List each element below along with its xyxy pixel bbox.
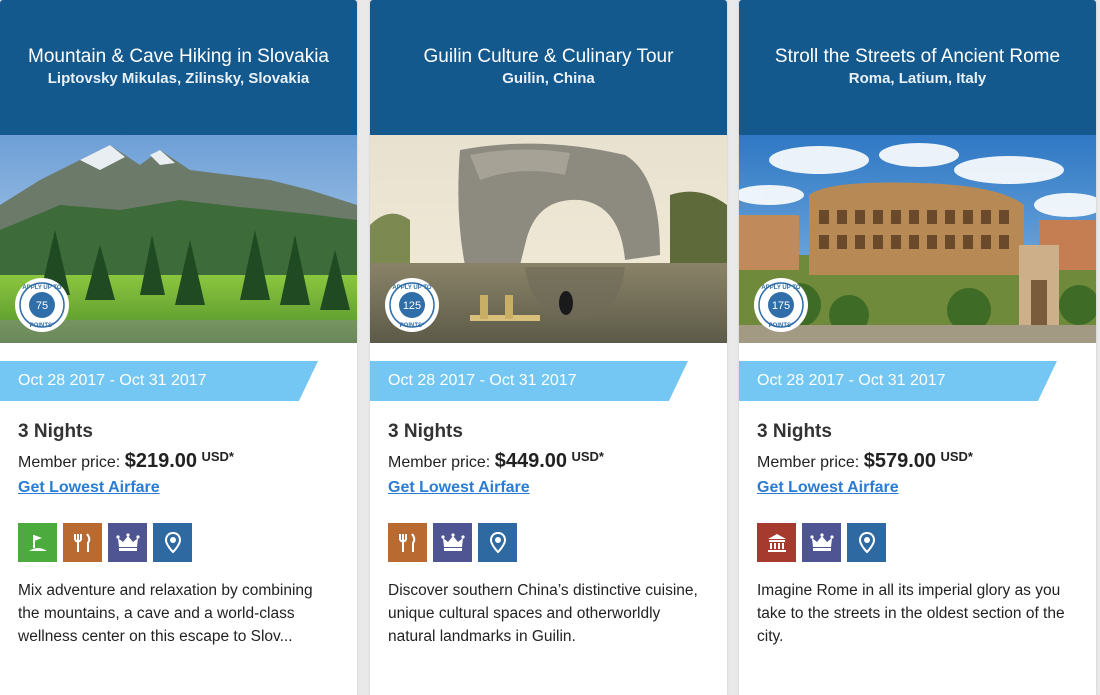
date-banner: Oct 28 2017 - Oct 31 2017 <box>370 361 688 401</box>
svg-text:POINTS*: POINTS* <box>400 323 425 329</box>
card-header: Stroll the Streets of Ancient Rome Roma,… <box>739 0 1096 135</box>
get-lowest-airfare-link[interactable]: Get Lowest Airfare <box>18 479 160 497</box>
card-image-elephant-trunk-hill[interactable]: 125 APPLY UP TO POINTS* <box>370 135 727 343</box>
location-pin-icon[interactable] <box>153 523 192 562</box>
date-banner: Oct 28 2017 - Oct 31 2017 <box>739 361 1057 401</box>
museum-icon[interactable] <box>757 523 796 562</box>
amenities <box>18 523 339 562</box>
get-lowest-airfare-link[interactable]: Get Lowest Airfare <box>388 479 530 497</box>
member-price: Member price: $449.00 USD* <box>388 445 709 475</box>
member-price: Member price: $579.00 USD* <box>757 445 1078 475</box>
amenities <box>388 523 709 562</box>
price-value: $449.00 <box>494 450 567 472</box>
card-title[interactable]: Stroll the Streets of Ancient Rome <box>739 45 1096 69</box>
card-header: Guilin Culture & Culinary Tour Guilin, C… <box>370 0 727 135</box>
golf-icon[interactable] <box>18 523 57 562</box>
svg-text:POINTS*: POINTS* <box>769 323 794 329</box>
price-label: Member price: <box>757 454 860 471</box>
luxury-crown-icon[interactable] <box>433 523 472 562</box>
card-title[interactable]: Mountain & Cave Hiking in Slovakia <box>0 45 357 69</box>
amenities <box>757 523 1078 562</box>
luxury-crown-icon[interactable] <box>802 523 841 562</box>
price-value: $219.00 <box>124 450 197 472</box>
card-location: Liptovsky Mikulas, Zilinsky, Slovakia <box>47 70 310 87</box>
description: Imagine Rome in all its imperial glory a… <box>757 582 1065 645</box>
card-title[interactable]: Guilin Culture & Culinary Tour <box>370 45 727 69</box>
member-price: Member price: $219.00 USD* <box>18 445 339 475</box>
price-currency: USD* <box>940 449 973 464</box>
dining-icon[interactable] <box>388 523 427 562</box>
tour-card-rome[interactable]: Stroll the Streets of Ancient Rome Roma,… <box>739 0 1096 695</box>
svg-text:APPLY UP TO: APPLY UP TO <box>392 285 431 291</box>
svg-text:POINTS*: POINTS* <box>30 323 55 329</box>
date-banner: Oct 28 2017 - Oct 31 2017 <box>0 361 318 401</box>
card-header: Mountain & Cave Hiking in Slovakia Lipto… <box>0 0 357 135</box>
date-range: Oct 28 2017 - Oct 31 2017 <box>18 372 207 389</box>
price-label: Member price: <box>18 454 121 471</box>
date-range: Oct 28 2017 - Oct 31 2017 <box>388 372 577 389</box>
card-location: Roma, Latium, Italy <box>848 70 987 87</box>
svg-text:APPLY UP TO: APPLY UP TO <box>22 285 61 291</box>
price-label: Member price: <box>388 454 491 471</box>
card-image-colosseum[interactable]: 175 APPLY UP TO POINTS* <box>739 135 1096 343</box>
location-pin-icon[interactable] <box>478 523 517 562</box>
card-location: Guilin, China <box>502 70 595 87</box>
points-badge: 175 APPLY UP TO POINTS* <box>754 278 808 332</box>
nights: 3 Nights <box>388 421 463 442</box>
price-currency: USD* <box>201 449 234 464</box>
price-value: $579.00 <box>863 450 936 472</box>
points-badge: 125 APPLY UP TO POINTS* <box>385 278 439 332</box>
date-range: Oct 28 2017 - Oct 31 2017 <box>757 372 946 389</box>
svg-text:125: 125 <box>403 300 421 312</box>
get-lowest-airfare-link[interactable]: Get Lowest Airfare <box>757 479 899 497</box>
luxury-crown-icon[interactable] <box>108 523 147 562</box>
description: Discover southern China’s distinctive cu… <box>388 582 698 645</box>
svg-text:75: 75 <box>36 300 48 312</box>
tour-card-guilin[interactable]: Guilin Culture & Culinary Tour Guilin, C… <box>370 0 727 695</box>
points-badge: 75 APPLY UP TO POINTS* <box>15 278 69 332</box>
description: Mix adventure and relaxation by combinin… <box>18 582 313 645</box>
svg-text:175: 175 <box>772 300 790 312</box>
nights: 3 Nights <box>757 421 832 442</box>
price-currency: USD* <box>571 449 604 464</box>
card-image-mountains[interactable]: 75 APPLY UP TO POINTS* <box>0 135 357 343</box>
dining-icon[interactable] <box>63 523 102 562</box>
svg-text:APPLY UP TO: APPLY UP TO <box>761 285 800 291</box>
nights: 3 Nights <box>18 421 93 442</box>
location-pin-icon[interactable] <box>847 523 886 562</box>
tour-card-slovakia[interactable]: Mountain & Cave Hiking in Slovakia Lipto… <box>0 0 357 695</box>
